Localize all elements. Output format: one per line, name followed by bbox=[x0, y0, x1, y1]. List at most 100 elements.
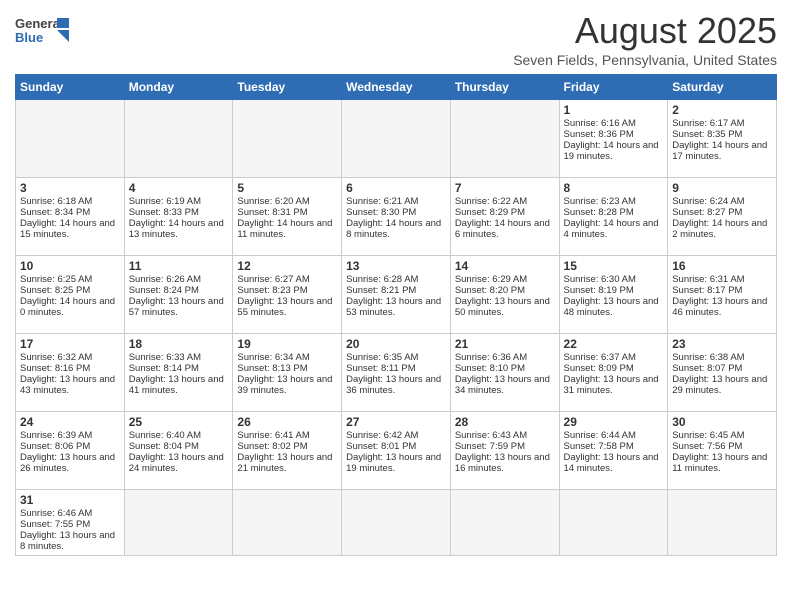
day-number: 25 bbox=[129, 415, 229, 429]
cell-content-line: Sunrise: 6:46 AM bbox=[20, 508, 120, 519]
calendar-cell bbox=[342, 490, 451, 556]
calendar-week-row: 3Sunrise: 6:18 AMSunset: 8:34 PMDaylight… bbox=[16, 178, 777, 256]
calendar-cell: 30Sunrise: 6:45 AMSunset: 7:56 PMDayligh… bbox=[668, 412, 777, 490]
day-number: 20 bbox=[346, 337, 446, 351]
cell-content-line: Daylight: 13 hours and 43 minutes. bbox=[20, 374, 120, 396]
cell-content-line: Sunrise: 6:21 AM bbox=[346, 196, 446, 207]
cell-content-line: Daylight: 13 hours and 57 minutes. bbox=[129, 296, 229, 318]
calendar-cell: 29Sunrise: 6:44 AMSunset: 7:58 PMDayligh… bbox=[559, 412, 668, 490]
cell-content-line: Sunrise: 6:18 AM bbox=[20, 196, 120, 207]
cell-content-line: Sunrise: 6:27 AM bbox=[237, 274, 337, 285]
day-number: 16 bbox=[672, 259, 772, 273]
cell-content-line: Daylight: 14 hours and 15 minutes. bbox=[20, 218, 120, 240]
cell-content-line: Sunrise: 6:20 AM bbox=[237, 196, 337, 207]
cell-content-line: Sunrise: 6:19 AM bbox=[129, 196, 229, 207]
location-subtitle: Seven Fields, Pennsylvania, United State… bbox=[513, 52, 777, 68]
cell-content-line: Daylight: 13 hours and 8 minutes. bbox=[20, 530, 120, 552]
cell-content-line: Sunset: 8:09 PM bbox=[564, 363, 664, 374]
day-number: 15 bbox=[564, 259, 664, 273]
logo-graphic: GeneralBlue bbox=[15, 14, 70, 46]
calendar-cell: 5Sunrise: 6:20 AMSunset: 8:31 PMDaylight… bbox=[233, 178, 342, 256]
cell-content-line: Sunrise: 6:25 AM bbox=[20, 274, 120, 285]
day-number: 3 bbox=[20, 181, 120, 195]
col-monday: Monday bbox=[124, 75, 233, 100]
cell-content-line: Sunrise: 6:26 AM bbox=[129, 274, 229, 285]
col-friday: Friday bbox=[559, 75, 668, 100]
day-number: 9 bbox=[672, 181, 772, 195]
calendar-cell: 22Sunrise: 6:37 AMSunset: 8:09 PMDayligh… bbox=[559, 334, 668, 412]
cell-content-line: Daylight: 13 hours and 55 minutes. bbox=[237, 296, 337, 318]
cell-content-line: Sunset: 8:23 PM bbox=[237, 285, 337, 296]
col-sunday: Sunday bbox=[16, 75, 125, 100]
cell-content-line: Sunrise: 6:24 AM bbox=[672, 196, 772, 207]
cell-content-line: Sunset: 8:30 PM bbox=[346, 207, 446, 218]
day-number: 5 bbox=[237, 181, 337, 195]
day-number: 10 bbox=[20, 259, 120, 273]
cell-content-line: Sunset: 8:19 PM bbox=[564, 285, 664, 296]
svg-text:Blue: Blue bbox=[15, 30, 43, 45]
cell-content-line: Sunset: 7:58 PM bbox=[564, 441, 664, 452]
calendar-cell bbox=[450, 490, 559, 556]
cell-content-line: Daylight: 13 hours and 16 minutes. bbox=[455, 452, 555, 474]
cell-content-line: Sunset: 8:17 PM bbox=[672, 285, 772, 296]
cell-content-line: Daylight: 13 hours and 48 minutes. bbox=[564, 296, 664, 318]
cell-content-line: Sunset: 7:55 PM bbox=[20, 519, 120, 530]
cell-content-line: Sunrise: 6:45 AM bbox=[672, 430, 772, 441]
calendar-cell: 25Sunrise: 6:40 AMSunset: 8:04 PMDayligh… bbox=[124, 412, 233, 490]
calendar-cell: 18Sunrise: 6:33 AMSunset: 8:14 PMDayligh… bbox=[124, 334, 233, 412]
cell-content-line: Sunrise: 6:33 AM bbox=[129, 352, 229, 363]
cell-content-line: Sunrise: 6:39 AM bbox=[20, 430, 120, 441]
calendar-cell: 20Sunrise: 6:35 AMSunset: 8:11 PMDayligh… bbox=[342, 334, 451, 412]
cell-content-line: Sunset: 8:28 PM bbox=[564, 207, 664, 218]
calendar-cell: 10Sunrise: 6:25 AMSunset: 8:25 PMDayligh… bbox=[16, 256, 125, 334]
cell-content-line: Sunrise: 6:32 AM bbox=[20, 352, 120, 363]
cell-content-line: Sunrise: 6:28 AM bbox=[346, 274, 446, 285]
cell-content-line: Daylight: 14 hours and 11 minutes. bbox=[237, 218, 337, 240]
calendar-cell: 28Sunrise: 6:43 AMSunset: 7:59 PMDayligh… bbox=[450, 412, 559, 490]
calendar-cell: 11Sunrise: 6:26 AMSunset: 8:24 PMDayligh… bbox=[124, 256, 233, 334]
cell-content-line: Daylight: 14 hours and 17 minutes. bbox=[672, 140, 772, 162]
cell-content-line: Daylight: 13 hours and 34 minutes. bbox=[455, 374, 555, 396]
cell-content-line: Sunset: 8:24 PM bbox=[129, 285, 229, 296]
day-number: 7 bbox=[455, 181, 555, 195]
cell-content-line: Sunrise: 6:44 AM bbox=[564, 430, 664, 441]
day-number: 8 bbox=[564, 181, 664, 195]
calendar-week-row: 17Sunrise: 6:32 AMSunset: 8:16 PMDayligh… bbox=[16, 334, 777, 412]
col-tuesday: Tuesday bbox=[233, 75, 342, 100]
calendar-cell bbox=[668, 490, 777, 556]
calendar-cell: 7Sunrise: 6:22 AMSunset: 8:29 PMDaylight… bbox=[450, 178, 559, 256]
day-number: 17 bbox=[20, 337, 120, 351]
day-number: 29 bbox=[564, 415, 664, 429]
cell-content-line: Daylight: 14 hours and 2 minutes. bbox=[672, 218, 772, 240]
cell-content-line: Sunset: 8:29 PM bbox=[455, 207, 555, 218]
cell-content-line: Daylight: 13 hours and 24 minutes. bbox=[129, 452, 229, 474]
cell-content-line: Daylight: 13 hours and 53 minutes. bbox=[346, 296, 446, 318]
cell-content-line: Daylight: 13 hours and 41 minutes. bbox=[129, 374, 229, 396]
cell-content-line: Daylight: 13 hours and 26 minutes. bbox=[20, 452, 120, 474]
day-number: 24 bbox=[20, 415, 120, 429]
cell-content-line: Sunset: 8:02 PM bbox=[237, 441, 337, 452]
cell-content-line: Daylight: 13 hours and 50 minutes. bbox=[455, 296, 555, 318]
cell-content-line: Sunrise: 6:17 AM bbox=[672, 118, 772, 129]
calendar-cell: 14Sunrise: 6:29 AMSunset: 8:20 PMDayligh… bbox=[450, 256, 559, 334]
month-year-title: August 2025 bbox=[513, 10, 777, 52]
cell-content-line: Sunrise: 6:37 AM bbox=[564, 352, 664, 363]
day-number: 26 bbox=[237, 415, 337, 429]
calendar-cell bbox=[559, 490, 668, 556]
calendar-cell bbox=[233, 490, 342, 556]
cell-content-line: Sunset: 8:36 PM bbox=[564, 129, 664, 140]
cell-content-line: Daylight: 14 hours and 19 minutes. bbox=[564, 140, 664, 162]
day-number: 18 bbox=[129, 337, 229, 351]
cell-content-line: Sunset: 8:01 PM bbox=[346, 441, 446, 452]
day-number: 14 bbox=[455, 259, 555, 273]
calendar-week-row: 24Sunrise: 6:39 AMSunset: 8:06 PMDayligh… bbox=[16, 412, 777, 490]
day-number: 21 bbox=[455, 337, 555, 351]
calendar-cell: 2Sunrise: 6:17 AMSunset: 8:35 PMDaylight… bbox=[668, 100, 777, 178]
cell-content-line: Sunset: 8:34 PM bbox=[20, 207, 120, 218]
day-number: 12 bbox=[237, 259, 337, 273]
calendar-cell: 12Sunrise: 6:27 AMSunset: 8:23 PMDayligh… bbox=[233, 256, 342, 334]
cell-content-line: Daylight: 13 hours and 31 minutes. bbox=[564, 374, 664, 396]
cell-content-line: Sunrise: 6:22 AM bbox=[455, 196, 555, 207]
calendar-body: 1Sunrise: 6:16 AMSunset: 8:36 PMDaylight… bbox=[16, 100, 777, 556]
cell-content-line: Sunset: 8:35 PM bbox=[672, 129, 772, 140]
